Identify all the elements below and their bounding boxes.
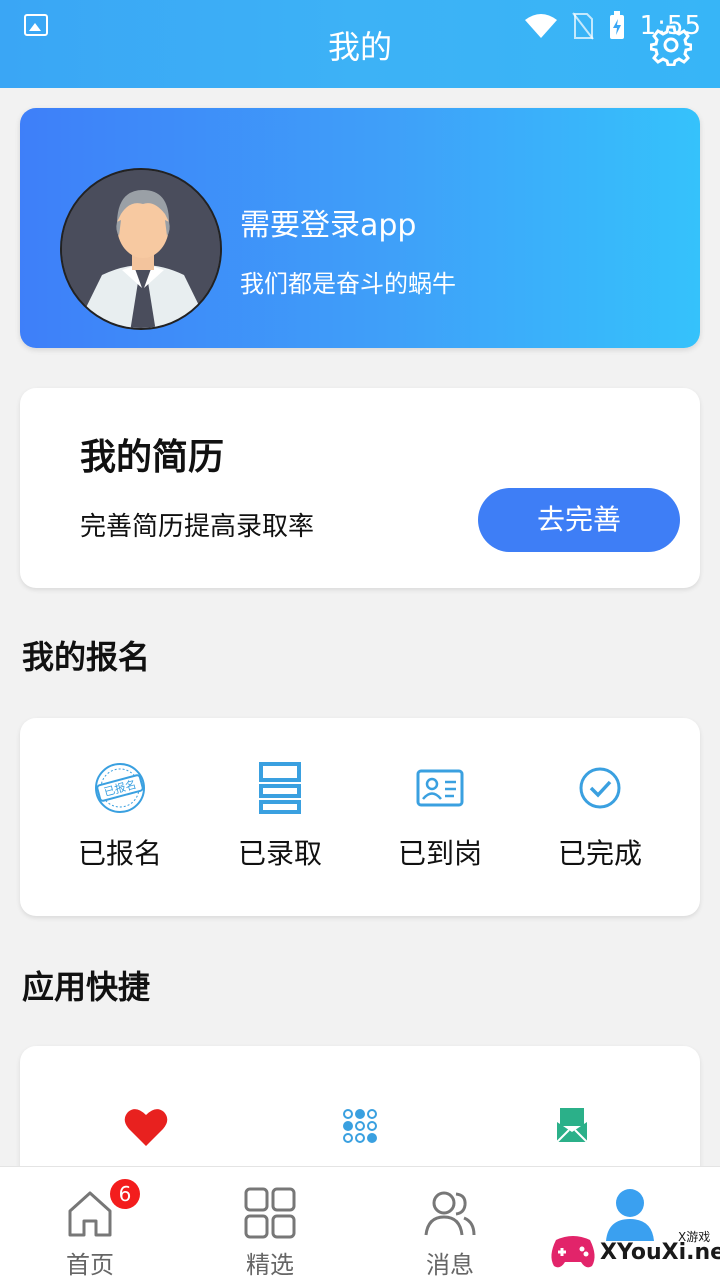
profile-card[interactable]: 需要登录app 我们都是奋斗的蜗牛	[20, 108, 700, 348]
quick-item-mail[interactable]	[542, 1096, 602, 1156]
mail-icon	[556, 1108, 588, 1143]
check-circle-icon	[579, 767, 621, 809]
signup-label: 已到岗	[397, 837, 482, 870]
avatar[interactable]	[60, 168, 222, 330]
gamepad-logo-icon	[551, 1236, 595, 1268]
layout-icon	[259, 762, 301, 814]
nav-item-featured[interactable]: 精选	[180, 1167, 360, 1280]
resume-subtitle: 完善简历提高录取率	[80, 512, 315, 542]
complete-resume-button[interactable]: 去完善	[478, 488, 680, 552]
signup-item-admitted[interactable]: 已录取	[200, 758, 360, 898]
resume-card: 我的简历 完善简历提高录取率 去完善	[20, 388, 700, 588]
watermark: X游戏 XYouXi.net	[548, 1222, 720, 1280]
nav-label: 消息	[426, 1251, 474, 1279]
signup-section-title: 我的报名	[22, 638, 151, 676]
signup-item-completed[interactable]: 已完成	[520, 758, 680, 898]
app-header: 1:55 我的	[0, 0, 720, 88]
signup-item-registered[interactable]: 已报名 已报名	[40, 758, 200, 898]
user-avatar-icon	[62, 170, 220, 328]
signup-card: 已报名 已报名 已录取 已到岗 已完成	[20, 718, 700, 916]
quick-item-favorites[interactable]	[116, 1096, 176, 1156]
profile-name[interactable]: 需要登录app	[240, 200, 416, 244]
nav-label: 首页	[66, 1251, 114, 1279]
grid-icon	[244, 1187, 296, 1239]
dial-pad-icon	[343, 1109, 377, 1143]
page: 1:55 我的 需要登录app 我们都是奋斗的蜗牛 我的简历 完善简历提高录取率…	[0, 0, 720, 1280]
quick-section-title: 应用快捷	[22, 968, 151, 1006]
signup-label: 已完成	[557, 837, 642, 870]
id-card-icon	[416, 769, 464, 807]
signup-label: 已报名	[77, 837, 162, 870]
stamp-icon: 已报名	[95, 763, 145, 813]
nav-label: 精选	[246, 1251, 294, 1279]
page-title: 我的	[327, 28, 392, 66]
heart-icon	[124, 1109, 168, 1146]
profile-subtitle: 我们都是奋斗的蜗牛	[240, 270, 456, 298]
nav-item-home[interactable]: 6 首页	[0, 1167, 180, 1280]
resume-title: 我的简历	[80, 437, 225, 478]
settings-gear-icon[interactable]	[650, 24, 692, 66]
quick-item-dialpad[interactable]	[330, 1096, 390, 1156]
users-icon	[424, 1191, 476, 1236]
watermark-text: XYouXi.net	[600, 1240, 720, 1265]
signup-item-onboard[interactable]: 已到岗	[360, 758, 520, 898]
nav-item-messages[interactable]: 消息	[360, 1167, 540, 1280]
home-badge: 6	[110, 1179, 140, 1209]
signup-label: 已录取	[237, 837, 322, 870]
